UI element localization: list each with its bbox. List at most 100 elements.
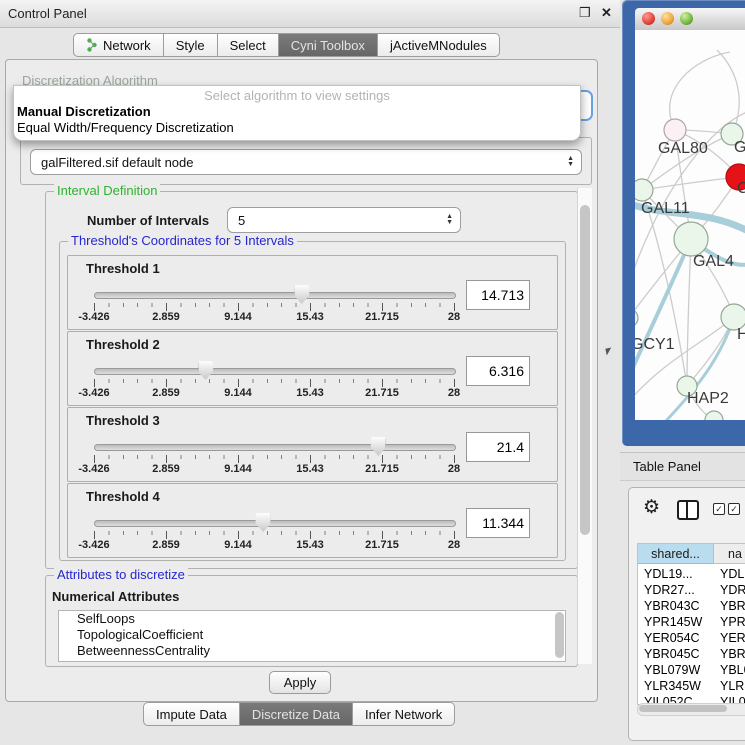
table-horizontal-scrollbar[interactable] xyxy=(637,703,745,716)
table-row[interactable]: YBL079W YBL0 xyxy=(638,662,745,678)
cell[interactable]: YDL1 xyxy=(714,566,745,582)
checkbox-icon[interactable]: ✓ xyxy=(728,503,740,515)
tab-infer-network[interactable]: Infer Network xyxy=(353,702,455,726)
network-canvas[interactable]: GAL80 GA C GAL11 GAL4 GCY1 H HAP2 xyxy=(635,30,745,420)
threshold-3-panel: Threshold 3 -3.426 2.859 9.144 15.43 21.… xyxy=(67,407,558,482)
column-header-shared-name[interactable]: shared... xyxy=(638,544,714,564)
cell[interactable]: YDL19... xyxy=(638,566,714,582)
node-label-hap2: HAP2 xyxy=(687,390,729,407)
cell[interactable]: YBL079W xyxy=(638,662,714,678)
float-window-icon[interactable]: ❒ xyxy=(579,5,591,21)
columns-icon[interactable] xyxy=(677,500,699,520)
node-label-gal11: GAL11 xyxy=(641,200,690,217)
gear-icon[interactable]: ⚙ xyxy=(643,496,660,519)
list-scrollbar[interactable] xyxy=(555,612,564,658)
algorithm-option-equal-width[interactable]: Equal Width/Frequency Discretization xyxy=(17,120,234,135)
cell[interactable]: YDR27... xyxy=(638,582,714,598)
threshold-1-slider[interactable]: -3.426 2.859 9.144 15.43 21.715 28 xyxy=(94,292,454,326)
slider-major-ticks xyxy=(94,531,455,539)
threshold-4-value-field[interactable]: 11.344 xyxy=(466,508,530,538)
number-of-intervals-combobox[interactable]: 5 ▲▼ xyxy=(227,207,461,233)
close-window-icon[interactable]: ✕ xyxy=(601,5,612,21)
slider-thumb[interactable] xyxy=(198,361,213,380)
zoom-traffic-light[interactable] xyxy=(680,12,693,25)
slider-major-ticks xyxy=(94,379,455,387)
top-tab-bar: Network Style Select Cyni Toolbox jActiv… xyxy=(73,33,500,57)
table-horizontal-scrollbar-thumb[interactable] xyxy=(639,705,727,712)
tab-select[interactable]: Select xyxy=(218,33,279,57)
apply-button[interactable]: Apply xyxy=(269,671,331,694)
tab-discretize-data[interactable]: Discretize Data xyxy=(240,702,353,726)
slider-track[interactable] xyxy=(94,444,456,451)
node-partial-bottom[interactable] xyxy=(705,411,723,420)
close-traffic-light[interactable] xyxy=(642,12,655,25)
cell[interactable]: YBR043C xyxy=(638,598,714,614)
tab-impute-data[interactable]: Impute Data xyxy=(143,702,240,726)
cell[interactable]: YDR2 xyxy=(714,582,745,598)
slider-thumb[interactable] xyxy=(371,437,386,456)
slider-major-ticks xyxy=(94,303,455,311)
scale-tick-label: 28 xyxy=(448,387,460,399)
table-row[interactable]: YDR27... YDR2 xyxy=(638,582,745,598)
tab-style[interactable]: Style xyxy=(164,33,218,57)
list-item[interactable]: SelfLoops xyxy=(59,611,565,627)
table-data-combobox[interactable]: galFiltered.sif default node ▲▼ xyxy=(30,149,582,175)
node-gal11[interactable] xyxy=(635,179,653,201)
list-item[interactable]: TopologicalCoefficient xyxy=(59,627,565,643)
threshold-1-value-field[interactable]: 14.713 xyxy=(466,280,530,310)
attributes-group-title: Attributes to discretize xyxy=(54,568,188,582)
table-row[interactable]: YBR043C YBR0 xyxy=(638,598,745,614)
network-window-frame[interactable]: GAL80 GA C GAL11 GAL4 GCY1 H HAP2 xyxy=(622,0,745,446)
threshold-2-value-field[interactable]: 6.316 xyxy=(466,356,530,386)
node-gal80[interactable] xyxy=(664,119,686,141)
threshold-3-slider[interactable]: -3.426 2.859 9.144 15.43 21.715 28 xyxy=(94,444,454,478)
scale-tick-label: 9.144 xyxy=(224,311,252,323)
node-table: shared... na YDL19... YDL1 YDR27... YDR2… xyxy=(637,543,745,705)
scale-tick-label: 9.144 xyxy=(224,539,252,551)
slider-thumb[interactable] xyxy=(294,285,309,304)
cell[interactable]: YPR1 xyxy=(714,614,745,630)
cell[interactable]: YER054C xyxy=(638,630,714,646)
cyni-toolbox-panel: Discretization Algorithm Select algorith… xyxy=(5,59,598,702)
threshold-2-slider[interactable]: -3.426 2.859 9.144 15.43 21.715 28 xyxy=(94,368,454,402)
table-row[interactable]: YPR145W YPR1 xyxy=(638,614,745,630)
scale-tick-label: -3.426 xyxy=(78,387,109,399)
cell[interactable]: YPR145W xyxy=(638,614,714,630)
cell[interactable]: YBR0 xyxy=(714,598,745,614)
node-gcy1[interactable] xyxy=(635,309,638,327)
slider-thumb[interactable] xyxy=(256,513,271,532)
network-window-titlebar[interactable] xyxy=(635,8,745,31)
threshold-3-value-field[interactable]: 21.4 xyxy=(466,432,530,462)
table-row[interactable]: YDL19... YDL1 xyxy=(638,566,745,582)
cell[interactable]: YBR045C xyxy=(638,646,714,662)
slider-track[interactable] xyxy=(94,520,456,527)
tab-jactivemnodules[interactable]: jActiveMNodules xyxy=(378,33,500,57)
node-label-gcy1: GCY1 xyxy=(635,336,675,353)
scale-tick-label: 2.859 xyxy=(152,311,180,323)
threshold-1-label: Threshold 1 xyxy=(86,261,160,276)
table-row[interactable]: YBR045C YBR0 xyxy=(638,646,745,662)
list-item[interactable]: BetweennessCentrality xyxy=(59,643,565,659)
scale-tick-label: 15.43 xyxy=(296,463,324,475)
panel-scrollbar-thumb[interactable] xyxy=(580,205,590,535)
table-row[interactable]: YER054C YER0 xyxy=(638,630,745,646)
slider-track[interactable] xyxy=(94,292,456,299)
slider-track[interactable] xyxy=(94,368,456,375)
numerical-attributes-list[interactable]: SelfLoops TopologicalCoefficient Between… xyxy=(58,610,566,662)
cell[interactable]: YBL0 xyxy=(714,662,745,678)
threshold-4-slider[interactable]: -3.426 2.859 9.144 15.43 21.715 28 xyxy=(94,520,454,554)
node-gal4[interactable] xyxy=(674,222,708,256)
checkbox-icon[interactable]: ✓ xyxy=(713,503,725,515)
column-header-name[interactable]: na xyxy=(714,544,745,564)
table-row[interactable]: YLR345W YLR3 xyxy=(638,678,745,694)
minimize-traffic-light[interactable] xyxy=(661,12,674,25)
cell[interactable]: YBR0 xyxy=(714,646,745,662)
algorithm-option-manual[interactable]: Manual Discretization xyxy=(17,104,151,119)
cell[interactable]: YER0 xyxy=(714,630,745,646)
window-title: Control Panel xyxy=(8,6,87,21)
panel-scrollbar[interactable] xyxy=(577,188,592,664)
tab-cyni-toolbox[interactable]: Cyni Toolbox xyxy=(279,33,378,57)
cell[interactable]: YLR3 xyxy=(714,678,745,694)
tab-network[interactable]: Network xyxy=(73,33,164,57)
cell[interactable]: YLR345W xyxy=(638,678,714,694)
